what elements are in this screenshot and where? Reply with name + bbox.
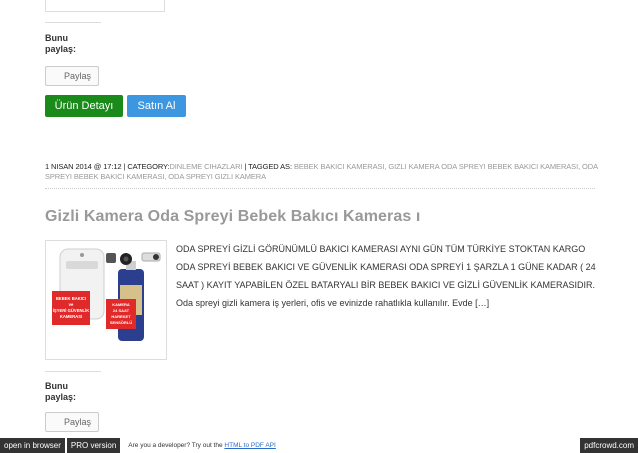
post-meta: 1 NISAN 2014 @ 17:12 | CATEGORY:DINLEME … (45, 162, 605, 182)
developer-note: Are you a developer? Try out the HTML to… (120, 442, 276, 449)
svg-text:SENSÖRLÜ: SENSÖRLÜ (110, 320, 132, 325)
tags-prefix: | TAGGED AS: (242, 162, 294, 171)
pdfcrowd-brand-link[interactable]: pdfcrowd.com (580, 438, 638, 453)
share-button[interactable]: Paylaş (45, 66, 99, 86)
svg-text:BEBEK BAKICI: BEBEK BAKICI (56, 296, 86, 301)
category-prefix: | CATEGORY: (121, 162, 170, 171)
page: Bunu paylaş: Paylaş Ürün Detayı Satın Al… (0, 0, 638, 453)
open-in-browser-link[interactable]: open in browser (0, 438, 65, 453)
developer-note-text: Are you a developer? Try out the (128, 442, 225, 449)
share-label: Bunu paylaş: (45, 33, 76, 55)
svg-text:24 SAAT: 24 SAAT (113, 308, 130, 313)
product-detail-label: Ürün Detayı (54, 100, 114, 112)
share-label-2-line1: Bunu (45, 381, 68, 391)
share-button-2[interactable]: Paylaş (45, 412, 99, 432)
share-label-line2: paylaş: (45, 44, 77, 54)
html-to-pdf-api-link[interactable]: HTML to PDF API (224, 442, 275, 449)
share-divider-top (45, 22, 101, 23)
product-image: BEBEK BAKICI ve İŞYERİ GÜVENLİK KAMERASI… (46, 241, 166, 359)
post-thumbnail[interactable]: BEBEK BAKICI ve İŞYERİ GÜVENLİK KAMERASI… (45, 240, 167, 360)
pdf-footer-bar: open in browser PRO version Are you a de… (0, 438, 638, 453)
svg-text:HAREKET: HAREKET (111, 314, 131, 319)
svg-text:KAMERASI: KAMERASI (60, 314, 82, 319)
share-button-2-label: Paylaş (64, 417, 92, 427)
buy-button[interactable]: Satın Al (127, 95, 186, 117)
svg-text:İŞYERİ GÜVENLİK: İŞYERİ GÜVENLİK (53, 308, 90, 313)
product-detail-button[interactable]: Ürün Detayı (45, 95, 123, 117)
post-title[interactable]: Gizli Kamera Oda Spreyi Bebek Bakıcı Kam… (45, 208, 420, 226)
post-date: 1 NISAN 2014 @ 17:12 (45, 162, 122, 171)
buy-label: Satın Al (137, 100, 176, 112)
share-button-label: Paylaş (64, 71, 92, 81)
meta-divider (45, 188, 595, 189)
share-label-2: Bunu paylaş: (45, 381, 76, 403)
svg-text:ve: ve (69, 302, 74, 307)
category-link[interactable]: DINLEME CIHAZLARI (169, 162, 242, 171)
share-divider-bottom (45, 371, 101, 372)
previous-image-frame (45, 0, 165, 12)
share-label-line1: Bunu (45, 33, 68, 43)
post-excerpt: ODA SPREYİ GİZLİ GÖRÜNÜMLÜ BAKICI KAMERA… (176, 244, 596, 308)
pro-version-link[interactable]: PRO version (66, 438, 121, 453)
share-label-2-line2: paylaş: (45, 392, 77, 402)
svg-text:KAMERA: KAMERA (112, 302, 130, 307)
